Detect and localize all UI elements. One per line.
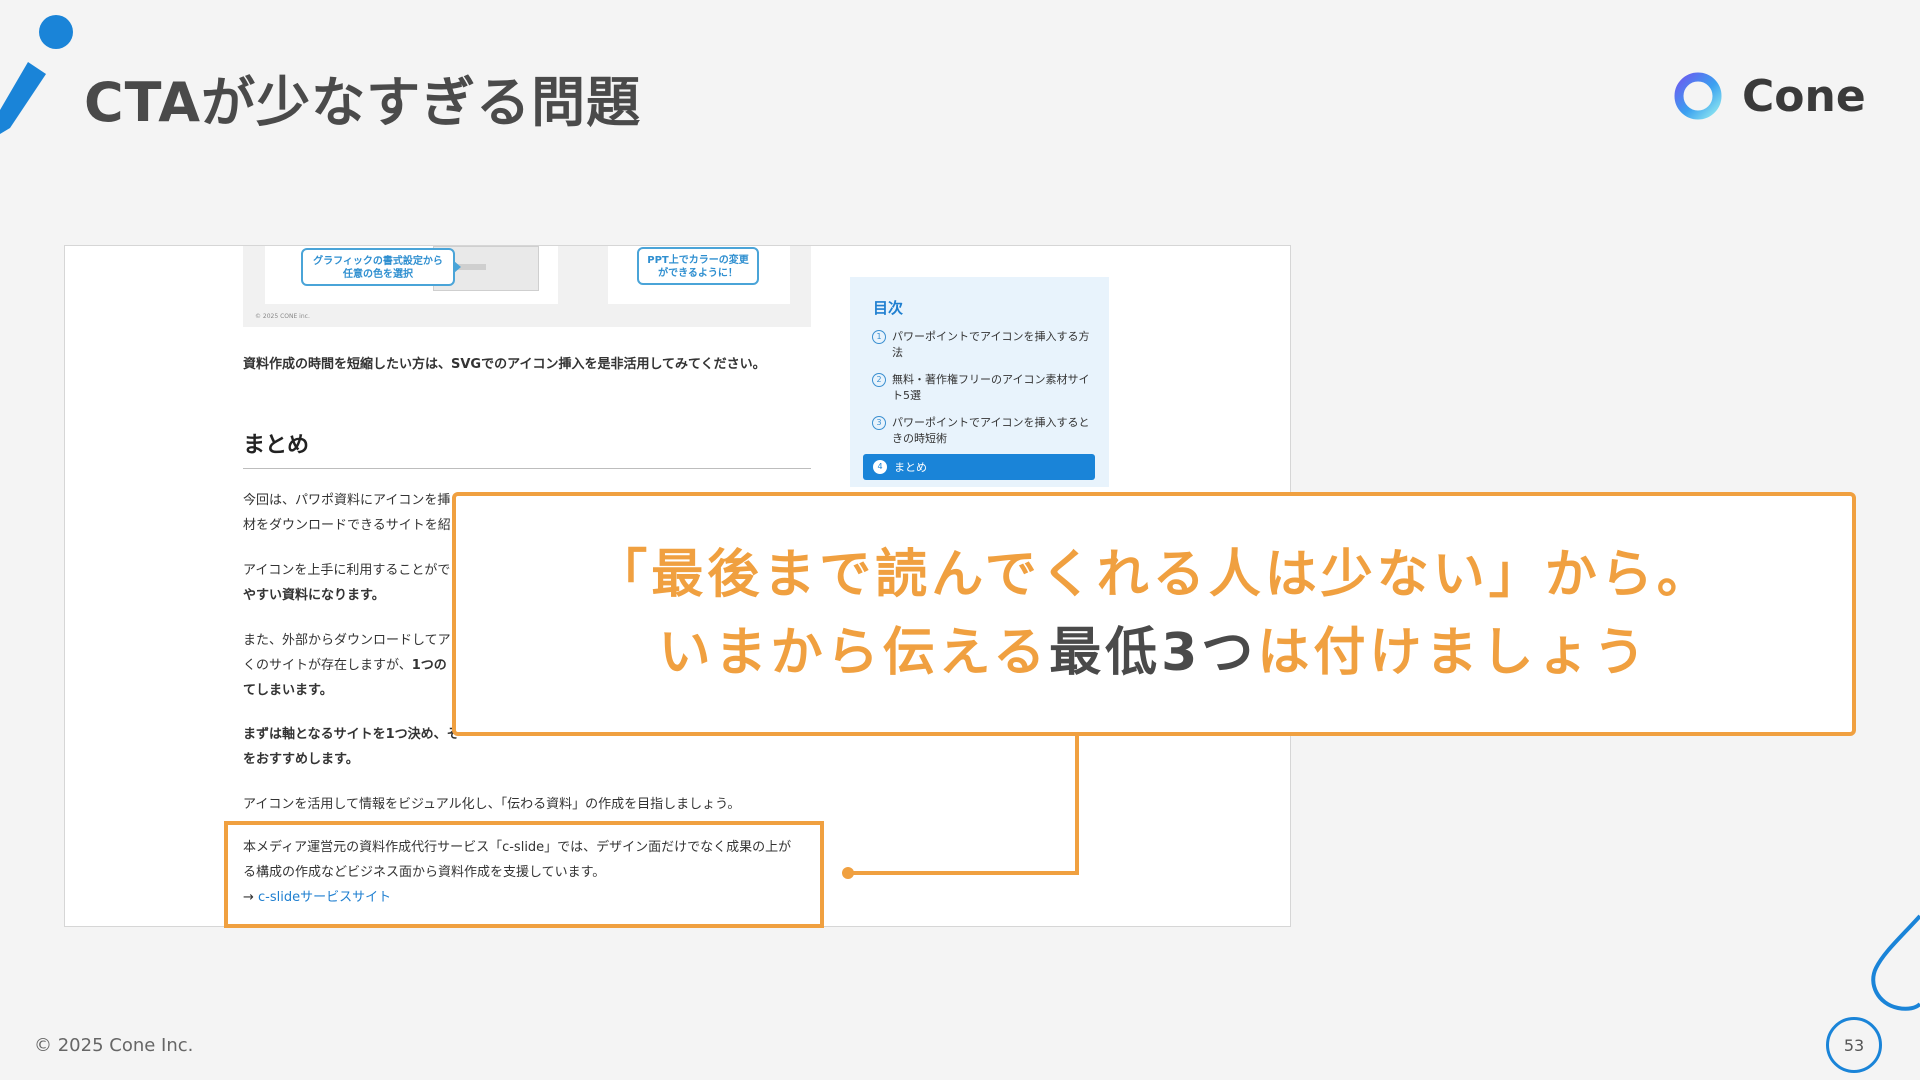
cone-ring-icon [1674,72,1722,120]
article-intro: 資料作成の時間を短縮したい方は、SVGでのアイコン挿入を是非活用してみてください… [243,357,766,372]
brand-decoration-bottom-right [1871,914,1920,1011]
logo-wordmark: Cone [1742,70,1866,122]
message-line-2: いまから伝える最低3つは付けましょう [658,623,1650,683]
graphic-callout-left: グラフィックの書式設定から 任意の色を選択 [301,248,461,286]
heading-divider [243,468,811,469]
toc-item-1[interactable]: 1 パワーポイントでアイコンを挿入する方法 [872,329,1092,361]
toc-number-icon: 2 [872,373,886,387]
toc-number-icon: 1 [872,330,886,344]
page-number: 53 [1826,1017,1882,1073]
footer-copyright: © 2025 Cone Inc. [34,1035,194,1056]
summary-heading: まとめ [243,433,310,458]
toc-number-icon: 3 [872,416,886,430]
message-line-1: 「最後まで読んでくれる人は少ない」から。 [595,545,1713,605]
toc-number-icon: 4 [873,460,887,474]
cone-logo: Cone [1672,70,1866,122]
brand-decoration-top-left [0,15,73,134]
paragraph-5: アイコンを活用して情報をビジュアル化し、「伝わる資料」の作成を目指しましょう。 [243,797,741,812]
graphic-copyright: © 2025 CONE inc. [255,313,310,320]
toc-item-3[interactable]: 3 パワーポイントでアイコンを挿入するときの時短術 [872,415,1092,447]
cta-highlight-box [224,821,824,928]
message-callout: 「最後まで読んでくれる人は少ない」から。 いまから伝える最低3つは付けましょう [452,492,1856,736]
toc-item-active[interactable]: 4 まとめ [863,454,1095,480]
toc-item-2[interactable]: 2 無料・著作権フリーのアイコン素材サイト5選 [872,372,1092,404]
graphic-callout-right: PPT上でカラーの変更 ができるように！ [637,247,759,285]
table-of-contents: 目次 1 パワーポイントでアイコンを挿入する方法 2 無料・著作権フリーのアイコ… [850,277,1109,487]
slide-title: CTAが少なすぎる問題 [84,71,642,134]
toc-title: 目次 [873,299,904,317]
